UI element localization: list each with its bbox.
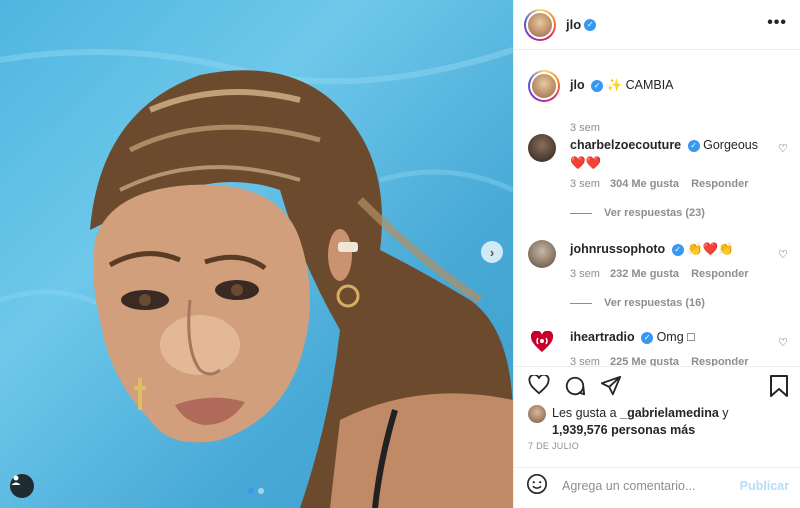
view-replies-button[interactable]: Ver respuestas (16): [570, 297, 705, 309]
verified-badge-icon: ✓: [687, 139, 700, 152]
liked-by-prefix: Les gusta a: [552, 406, 617, 420]
carousel-dot-active: [248, 488, 254, 494]
next-image-button[interactable]: ›: [481, 241, 503, 263]
verified-badge-icon: ✓: [641, 331, 654, 344]
caption-username[interactable]: jlo: [570, 78, 585, 92]
iheartradio-logo-icon[interactable]: [528, 328, 556, 356]
comment-meta: 3 sem 232 Me gusta Responder: [570, 268, 749, 280]
comment-time: 3 sem: [570, 356, 600, 366]
carousel-indicator: [248, 488, 264, 494]
likes-count[interactable]: 1,939,576 personas más: [552, 423, 695, 437]
post-header: jlo ✓ •••: [514, 0, 800, 50]
commenter-avatar[interactable]: [528, 134, 556, 162]
comment-meta: 3 sem 225 Me gusta Responder: [570, 356, 749, 366]
view-replies-label: Ver respuestas (16): [604, 297, 705, 309]
verified-badge-icon: ✓: [584, 18, 597, 31]
liked-by-user[interactable]: _gabrielamedina: [620, 406, 719, 420]
comment-input[interactable]: [562, 478, 732, 493]
post-date: 7 DE JULIO: [528, 441, 580, 451]
like-comment-heart-icon[interactable]: ♡: [778, 248, 788, 261]
view-replies-label: Ver respuestas (23): [604, 207, 705, 219]
tagged-users-button[interactable]: [10, 474, 34, 498]
caption-text: ✨ CAMBIA: [606, 78, 674, 92]
comment-likes[interactable]: 232 Me gusta: [610, 268, 679, 280]
verified-badge-icon: ✓: [591, 79, 604, 92]
more-options-button[interactable]: •••: [767, 14, 787, 32]
reply-button[interactable]: Responder: [691, 356, 748, 366]
comment-time: 3 sem: [570, 178, 600, 190]
verified-badge-icon: ✓: [671, 243, 684, 256]
comment-username[interactable]: johnrussophoto: [570, 242, 665, 256]
comment-username[interactable]: charbelzoecouture: [570, 138, 681, 152]
like-comment-heart-icon[interactable]: ♡: [778, 336, 788, 349]
reply-button[interactable]: Responder: [691, 268, 748, 280]
comments-list[interactable]: jlo ✓ ✨ CAMBIA 3 sem charbelzoecouture ✓…: [514, 50, 800, 366]
post-actions: Les gusta a _gabrielamedina y 1,939,576 …: [514, 366, 800, 502]
author-avatar[interactable]: [524, 8, 556, 41]
share-icon[interactable]: [600, 375, 622, 400]
comment-likes[interactable]: 225 Me gusta: [610, 356, 679, 366]
comment-time: 3 sem: [570, 268, 600, 280]
view-replies-button[interactable]: Ver respuestas (23): [570, 207, 705, 219]
add-comment-bar: Publicar: [514, 467, 800, 503]
caption-time: 3 sem: [570, 122, 600, 134]
chevron-right-icon: ›: [489, 244, 495, 260]
comment-username[interactable]: iheartradio: [570, 330, 635, 344]
emoji-icon[interactable]: [526, 473, 548, 498]
post-image[interactable]: ›: [0, 0, 513, 508]
portrait-illustration: [0, 47, 513, 508]
comment-icon[interactable]: [564, 375, 586, 400]
caption-avatar[interactable]: [528, 70, 560, 102]
comment-likes[interactable]: 304 Me gusta: [610, 178, 679, 190]
post-panel: jlo ✓ ••• jlo ✓ ✨ CAMBIA 3 sem charbelzo…: [513, 0, 800, 508]
tag-user-icon: [11, 475, 21, 485]
likes-summary: Les gusta a _gabrielamedina y 1,939,576 …: [528, 405, 729, 439]
publish-button[interactable]: Publicar: [740, 479, 789, 493]
comment-text: Omg □: [656, 330, 695, 344]
commenter-avatar[interactable]: [528, 240, 556, 268]
bookmark-icon[interactable]: [769, 375, 789, 400]
carousel-dot: [258, 488, 264, 494]
liker-avatar[interactable]: [528, 405, 546, 423]
liked-by-join: y: [722, 406, 729, 420]
heart-icon[interactable]: [528, 373, 550, 400]
reply-button[interactable]: Responder: [691, 178, 748, 190]
like-comment-heart-icon[interactable]: ♡: [778, 142, 788, 155]
author-username[interactable]: jlo: [566, 17, 581, 32]
comment-meta: 3 sem 304 Me gusta Responder: [570, 178, 749, 190]
comment-text: 👏❤️👏: [687, 242, 734, 256]
